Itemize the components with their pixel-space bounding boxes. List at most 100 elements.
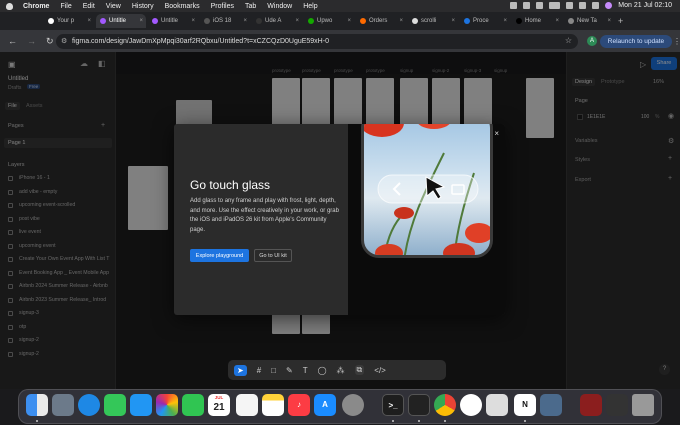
messages-icon[interactable] [104,394,126,416]
status-icon-3[interactable] [536,2,544,9]
dev-mode-icon[interactable]: ⧉ [354,365,365,375]
new-tab-button[interactable]: + [618,16,623,26]
tab-close-icon[interactable]: × [503,18,507,24]
explore-playground-button[interactable]: Explore playground [190,249,249,262]
browser-tab[interactable]: iOS 18 × [200,14,250,28]
go-to-ui-kit-button[interactable]: Go to UI kit [254,249,292,262]
browser-tab[interactable]: Proce × [460,14,510,28]
browser-tab[interactable]: Untitle × [148,14,198,28]
music-icon[interactable]: ♪ [288,394,310,416]
calendar-icon[interactable]: JUL 21 [208,394,230,416]
finder-icon[interactable] [26,394,48,416]
browser-tab[interactable]: scrolli × [408,14,458,28]
tab-close-icon[interactable]: × [87,18,91,24]
design-toolbar: ➤ # □ ✎ T ◯ ⁂ ⧉ </> [228,360,446,380]
tab-favicon-icon [412,18,418,24]
downloads-folder-icon[interactable] [606,394,628,416]
site-info-icon[interactable]: ⚙ [61,37,67,45]
poppy-illustration [364,124,490,255]
chrome-icon[interactable] [434,394,456,416]
tab-close-icon[interactable]: × [451,18,455,24]
tab-bar: Your p × Untitle × Untitle × iOS 18 × Ude A ×… [0,12,680,30]
control-center-icon[interactable] [592,2,600,9]
facetime-icon[interactable] [182,394,204,416]
app-store-icon[interactable]: A [314,394,336,416]
system-settings-icon[interactable] [342,394,364,416]
browser-tab[interactable]: Your p × [44,14,94,28]
safari-icon[interactable] [78,394,100,416]
tab-close-icon[interactable]: × [139,18,143,24]
modal-body: Add glass to any frame and play with fro… [190,198,339,233]
photos-icon[interactable] [156,394,178,416]
menu-clock[interactable]: Mon 21 Jul 02:10 [618,2,672,9]
tab-close-icon[interactable]: × [243,18,247,24]
tab-label: New Ta [577,18,597,24]
browser-tab[interactable]: Ude A × [252,14,302,28]
menu-tab[interactable]: Tab [245,3,256,10]
reminders-icon[interactable] [236,394,258,416]
actions-tool-icon[interactable]: ⁂ [337,366,345,375]
menu-bookmarks[interactable]: Bookmarks [165,3,200,10]
menu-file[interactable]: File [60,3,71,10]
url-text: figma.com/design/JawDmXpMpqi30arf2RQbxu/… [72,38,329,45]
tab-favicon-icon [516,18,522,24]
battery-icon[interactable] [549,2,561,9]
browser-tab[interactable]: Upwo × [304,14,354,28]
tab-label: Untitle [161,18,179,24]
forward-icon[interactable]: → [27,36,36,46]
menu-help[interactable]: Help [303,3,317,10]
menu-history[interactable]: History [132,3,154,10]
pen-tool-icon[interactable]: ✎ [286,366,293,375]
text-tool-icon[interactable]: T [303,366,308,375]
menu-bar: Chrome File Edit View History Bookmarks … [0,0,680,12]
status-icon-2[interactable] [523,2,531,9]
tab-close-icon[interactable]: × [607,18,611,24]
close-icon[interactable]: × [494,129,499,138]
mail-icon[interactable] [130,394,152,416]
notes-icon[interactable] [262,394,284,416]
profile-avatar[interactable]: A [587,36,597,46]
menu-window[interactable]: Window [267,3,292,10]
address-bar[interactable]: ⚙ figma.com/design/JawDmXpMpqi30arf2RQbx… [56,34,578,49]
tab-close-icon[interactable]: × [399,18,403,24]
tab-label: Untitle [109,18,127,24]
bookmark-star-icon[interactable]: ☆ [565,36,572,45]
menu-profiles[interactable]: Profiles [211,3,234,10]
launchpad-icon[interactable] [52,394,74,416]
tab-close-icon[interactable]: × [347,18,351,24]
browser-tab[interactable]: Orders × [356,14,406,28]
tab-close-icon[interactable]: × [191,18,195,24]
relaunch-button[interactable]: Relaunch to update [600,35,672,48]
search-icon[interactable] [579,2,587,9]
preview-icon[interactable] [486,394,508,416]
screenshot-icon[interactable] [540,394,562,416]
shape-tool-icon[interactable]: □ [271,366,276,375]
trash-icon[interactable] [632,394,654,416]
notion-icon[interactable]: N [514,394,536,416]
browser-tab-active[interactable]: Untitle × [96,14,146,28]
tab-close-icon[interactable]: × [295,18,299,24]
image-file-icon[interactable] [580,394,602,416]
running-indicator [392,420,394,422]
menu-edit[interactable]: Edit [83,3,95,10]
comment-tool-icon[interactable]: ◯ [318,366,327,375]
status-icon-1[interactable] [510,2,518,9]
back-icon[interactable]: ← [8,36,17,46]
tab-label: Upwo [317,18,333,24]
tab-close-icon[interactable]: × [555,18,559,24]
menu-app-name[interactable]: Chrome [23,3,49,10]
move-tool-icon[interactable]: ➤ [234,364,247,376]
more-menu-icon[interactable]: ⋮ [673,37,680,46]
activity-monitor-icon[interactable] [408,394,430,416]
browser-tab[interactable]: New Ta × [564,14,614,28]
code-icon[interactable]: </> [374,366,386,375]
apple-icon[interactable] [6,2,13,10]
wifi-icon[interactable] [566,2,574,9]
browser-tab[interactable]: Home × [512,14,562,28]
terminal-icon[interactable]: >_ [382,394,404,416]
frame-tool-icon[interactable]: # [257,366,261,375]
clock-icon[interactable] [460,394,482,416]
menu-view[interactable]: View [106,3,121,10]
siri-icon[interactable] [605,2,613,9]
reload-icon[interactable]: ↻ [46,36,54,47]
